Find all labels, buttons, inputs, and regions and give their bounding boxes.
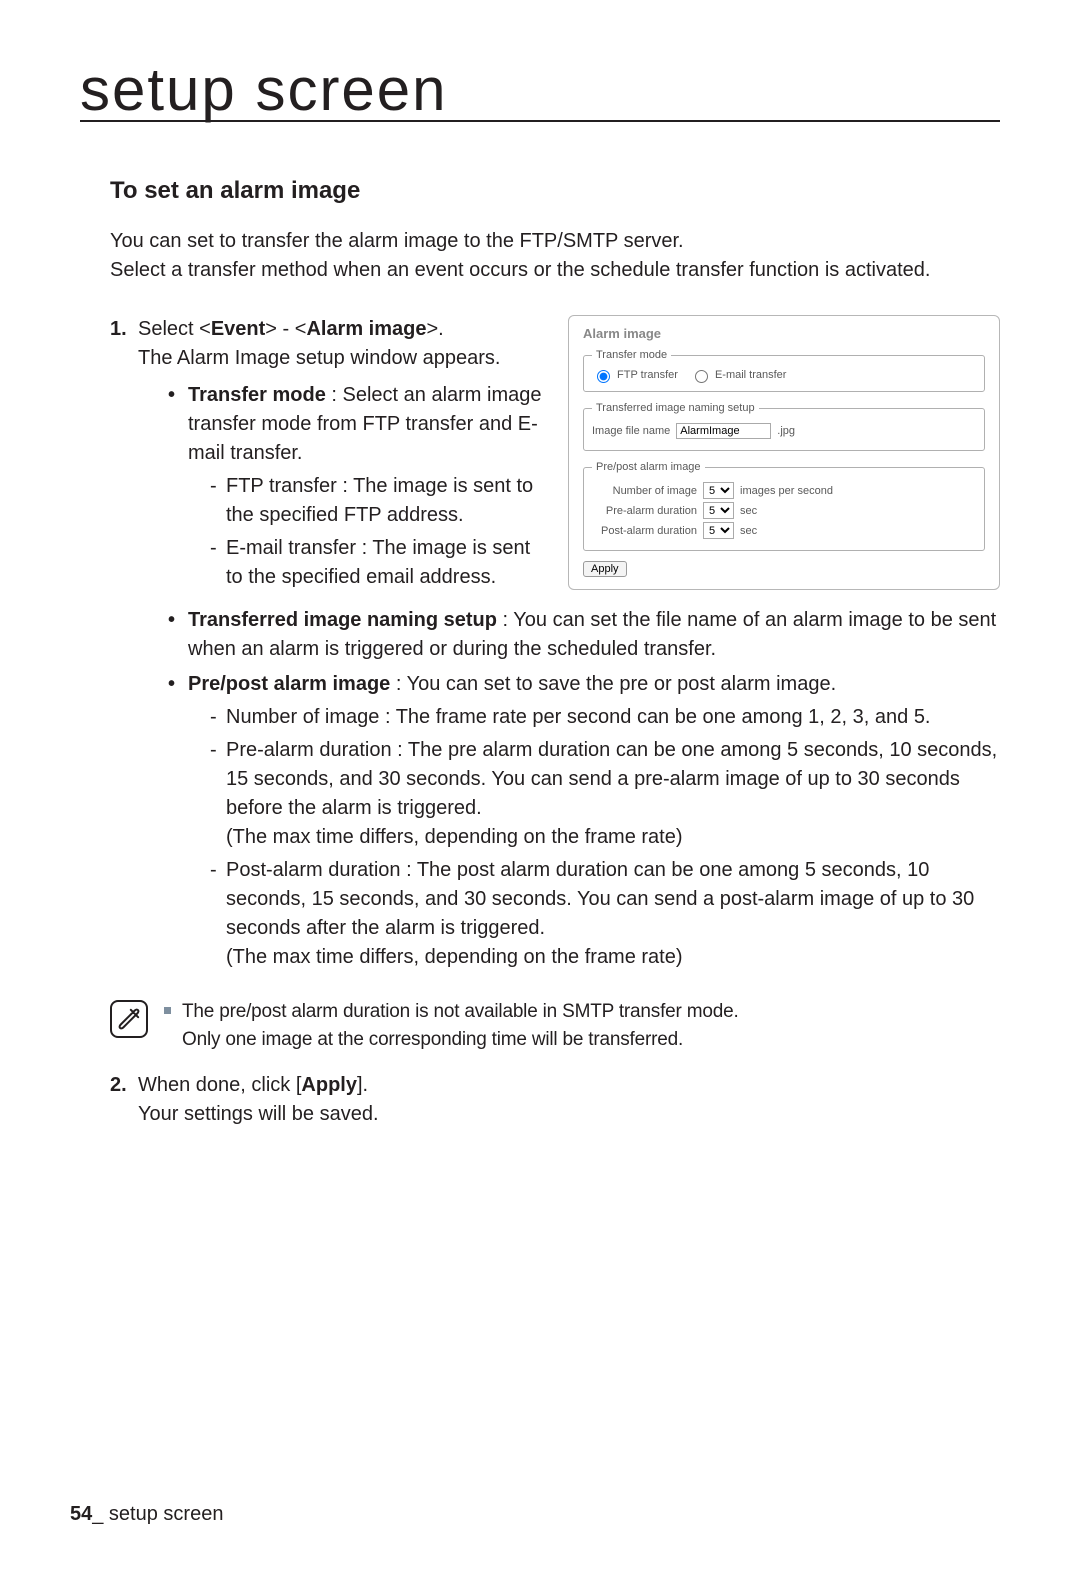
radio-ftp[interactable] <box>597 370 610 383</box>
prepost-desc: : You can set to save the pre or post al… <box>390 673 836 695</box>
fieldset-naming: Transferred image naming setup Image fil… <box>583 402 985 451</box>
bullet-naming: Transferred image naming setup : You can… <box>168 606 1000 664</box>
legend-prepost: Pre/post alarm image <box>592 461 705 473</box>
note-line-1: The pre/post alarm duration is not avail… <box>182 1001 739 1022</box>
step1-alarm-image: Alarm image <box>306 318 426 340</box>
fieldset-prepost: Pre/post alarm image Number of image 5 i… <box>583 461 985 551</box>
footer-sep: _ <box>92 1503 103 1525</box>
pre-alarm-note: (The max time differs, depending on the … <box>226 826 683 848</box>
radio-email-label[interactable]: E-mail transfer <box>690 367 787 383</box>
file-name-label: Image file name <box>592 425 670 437</box>
step1-event: Event <box>211 318 265 340</box>
transfer-mode-label: Transfer mode <box>188 384 326 406</box>
panel-title: Alarm image <box>583 326 985 341</box>
dash-ftp-transfer: FTP transfer : The image is sent to the … <box>208 472 546 530</box>
prepost-label: Pre/post alarm image <box>188 673 390 695</box>
page-number: 54 <box>70 1503 92 1525</box>
intro-line-2: Select a transfer method when an event o… <box>110 259 930 281</box>
radio-ftp-label[interactable]: FTP transfer <box>592 367 678 383</box>
bullet-prepost: Pre/post alarm image : You can set to sa… <box>168 670 1000 972</box>
post-sec: sec <box>740 525 757 537</box>
alarm-image-panel: Alarm image Transfer mode FTP transfer E… <box>568 315 1000 590</box>
note-block: The pre/post alarm duration is not avail… <box>110 998 1000 1053</box>
num-image-suffix: images per second <box>740 485 833 497</box>
radio-ftp-text: FTP transfer <box>617 369 678 381</box>
chapter-title: setup screen <box>80 60 1000 122</box>
num-image-label: Number of image <box>592 485 697 497</box>
fieldset-transfer-mode: Transfer mode FTP transfer E-mail transf… <box>583 349 985 392</box>
radio-email[interactable] <box>695 370 708 383</box>
file-ext: .jpg <box>777 425 795 437</box>
note-item: The pre/post alarm duration is not avail… <box>164 998 739 1053</box>
footer-label: setup screen <box>103 1503 223 1525</box>
dash-pre-alarm: Pre-alarm duration : The pre alarm durat… <box>208 736 1000 852</box>
step1-text-post: >. <box>427 318 444 340</box>
step2-line2: Your settings will be saved. <box>138 1103 379 1125</box>
step-2: When done, click [Apply]. Your settings … <box>110 1071 1000 1129</box>
note-icon <box>110 1000 148 1038</box>
dash-post-alarm: Post-alarm duration : The post alarm dur… <box>208 856 1000 972</box>
step-1: Select <Event> - <Alarm image>. The Alar… <box>110 315 546 592</box>
section-heading: To set an alarm image <box>80 177 1000 205</box>
naming-label: Transferred image naming setup <box>188 609 497 631</box>
pre-duration-label: Pre-alarm duration <box>592 505 697 517</box>
step1-text-mid: > - < <box>265 318 306 340</box>
pre-sec: sec <box>740 505 757 517</box>
dash-email-transfer: E-mail transfer : The image is sent to t… <box>208 534 546 592</box>
step1-line2: The Alarm Image setup window appears. <box>138 347 500 369</box>
post-alarm-text: Post-alarm duration : The post alarm dur… <box>226 859 974 939</box>
pre-duration-select[interactable]: 5 <box>703 502 734 519</box>
post-alarm-note: (The max time differs, depending on the … <box>226 946 683 968</box>
file-name-input[interactable] <box>676 423 771 439</box>
note-line-2: Only one image at the corresponding time… <box>182 1029 683 1050</box>
page-footer: 54_ setup screen <box>70 1503 223 1526</box>
step2-apply: Apply <box>301 1074 357 1096</box>
step2-post: ]. <box>357 1074 368 1096</box>
bullet-transfer-mode: Transfer mode : Select an alarm image tr… <box>168 381 546 592</box>
step1-text-pre: Select < <box>138 318 211 340</box>
post-duration-select[interactable]: 5 <box>703 522 734 539</box>
step2-pre: When done, click [ <box>138 1074 301 1096</box>
radio-email-text: E-mail transfer <box>715 369 787 381</box>
legend-transfer-mode: Transfer mode <box>592 349 671 361</box>
intro-text: You can set to transfer the alarm image … <box>80 227 1000 285</box>
dash-number-of-image: Number of image : The frame rate per sec… <box>208 703 1000 732</box>
apply-button[interactable]: Apply <box>583 561 627 577</box>
intro-line-1: You can set to transfer the alarm image … <box>110 230 684 252</box>
post-duration-label: Post-alarm duration <box>592 525 697 537</box>
legend-naming: Transferred image naming setup <box>592 402 759 414</box>
num-image-select[interactable]: 5 <box>703 482 734 499</box>
pre-alarm-text: Pre-alarm duration : The pre alarm durat… <box>226 739 997 819</box>
